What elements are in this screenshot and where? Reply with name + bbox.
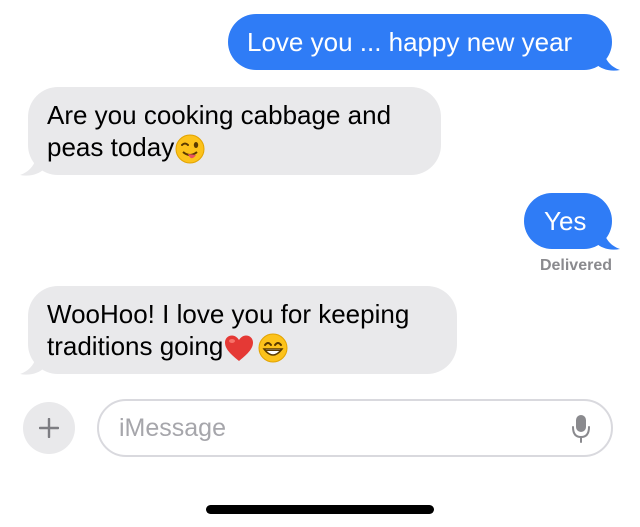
bubble-tail <box>596 52 620 71</box>
incoming-message-bubble[interactable]: Are you cooking cabbage and peas today <box>28 87 441 175</box>
home-indicator[interactable] <box>206 505 434 514</box>
red-heart-icon <box>225 335 254 362</box>
bubble-tail <box>596 231 620 250</box>
bubble-tail <box>20 157 44 176</box>
message-text-line: traditions going <box>47 330 457 363</box>
winking-face-with-tongue-icon <box>175 134 205 164</box>
grinning-face-icon <box>258 333 288 363</box>
message-text-line: WooHoo! I love you for keeping <box>47 299 410 329</box>
message-input-container[interactable] <box>97 399 613 457</box>
incoming-message-bubble[interactable]: WooHoo! I love you for keeping tradition… <box>28 286 457 374</box>
message-input[interactable] <box>119 409 539 447</box>
plus-icon <box>39 418 59 438</box>
message-text-line: Are you cooking cabbage and <box>47 100 392 130</box>
microphone-icon[interactable] <box>571 414 591 444</box>
message-text-line: peas today <box>47 131 441 164</box>
add-attachment-button[interactable] <box>23 402 75 454</box>
message-text: Yes <box>544 206 587 236</box>
delivery-status: Delivered <box>539 257 612 274</box>
message-text: Love you ... happy new year <box>247 27 573 57</box>
outgoing-message-bubble[interactable]: Love you ... happy new year <box>228 14 612 70</box>
bubble-tail <box>20 356 44 375</box>
conversation-screen: Love you ... happy new year Are you cook… <box>0 0 640 527</box>
